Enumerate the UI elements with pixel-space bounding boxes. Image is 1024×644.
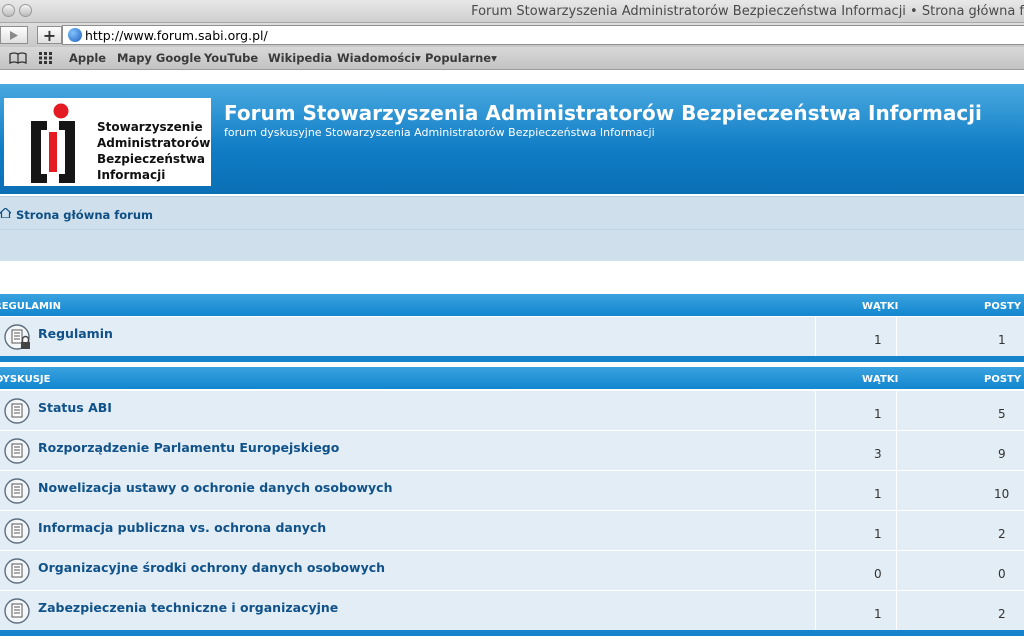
topics-count: 1 <box>874 527 882 541</box>
posts-count: 1 <box>998 333 1006 347</box>
browser-toolbar: + http://www.forum.sabi.org.pl/ <box>0 23 1024 47</box>
navbar: Strona główna forum <box>0 196 1024 229</box>
logo-text-line: Stowarzyszenie <box>97 120 203 134</box>
column-header-topics: WĄTKI <box>862 374 899 385</box>
address-bar[interactable]: http://www.forum.sabi.org.pl/ <box>62 25 1024 45</box>
column-header-posts: POSTY <box>984 374 1022 385</box>
close-window-button[interactable] <box>2 4 15 17</box>
category-header-regulamin: REGULAMIN WĄTKI POSTY <box>0 294 1024 316</box>
forum-read-icon <box>4 398 30 424</box>
bookmark-mapy-google[interactable]: Mapy Google <box>117 51 201 65</box>
forum-row: Rozporządzenie Parlamentu Europejskiego 3… <box>0 431 1024 471</box>
topics-cell: 1 <box>815 511 896 550</box>
posts-count: 0 <box>998 567 1006 581</box>
posts-cell: 5 <box>896 391 1024 430</box>
bookmark-wiadomosci[interactable]: Wiadomości▾ <box>337 51 421 65</box>
home-link[interactable]: Strona główna forum <box>16 208 153 222</box>
grid-icon[interactable] <box>39 52 53 64</box>
topics-count: 1 <box>874 607 882 621</box>
topics-count: 1 <box>874 333 882 347</box>
category-footer <box>0 356 1024 362</box>
forum-row: Informacja publiczna vs. ochrona danych 1… <box>0 511 1024 551</box>
posts-cell: 9 <box>896 431 1024 470</box>
posts-cell: 2 <box>896 591 1024 630</box>
site-title: Forum Stowarzyszenia Administratorów Bez… <box>224 101 982 125</box>
topics-count: 0 <box>874 567 882 581</box>
forum-row: Regulamin 1 1 <box>0 317 1024 357</box>
category-title[interactable]: REGULAMIN <box>0 301 61 312</box>
logo-text-line: Bezpieczeństwa <box>97 152 205 166</box>
topics-cell: 1 <box>815 471 896 510</box>
bookmark-popularne[interactable]: Popularne▾ <box>425 51 497 65</box>
forum-link[interactable]: Zabezpieczenia techniczne i organizacyjn… <box>38 600 338 615</box>
topics-cell: 1 <box>815 591 896 630</box>
open-book-icon[interactable] <box>9 52 27 64</box>
topics-count: 1 <box>874 407 882 421</box>
topics-cell: 3 <box>815 431 896 470</box>
home-icon <box>0 208 11 218</box>
url-text: http://www.forum.sabi.org.pl/ <box>85 28 268 43</box>
forum-row: Nowelizacja ustawy o ochronie danych oso… <box>0 471 1024 511</box>
forum-row: Status ABI 1 5 <box>0 391 1024 431</box>
posts-count: 2 <box>998 527 1006 541</box>
forum-read-icon <box>4 558 30 584</box>
site-description: forum dyskusyjne Stowarzyszenia Administ… <box>224 126 655 139</box>
posts-count: 9 <box>998 447 1006 461</box>
column-header-topics: WĄTKI <box>862 301 899 312</box>
topics-cell: 0 <box>815 551 896 590</box>
posts-count: 10 <box>994 487 1010 501</box>
window-titlebar: Forum Stowarzyszenia Administratorów Bez… <box>0 0 1024 23</box>
forum-header: Stowarzyszenie Administratorów Bezpiecze… <box>0 84 1024 194</box>
topics-cell: 1 <box>815 317 896 356</box>
bookmark-apple[interactable]: Apple <box>69 51 106 65</box>
topics-count: 1 <box>874 487 882 501</box>
forum-read-icon <box>4 518 30 544</box>
category-footer <box>0 630 1024 636</box>
topics-cell: 1 <box>815 391 896 430</box>
navbar-secondary <box>0 229 1024 261</box>
globe-icon <box>68 28 82 42</box>
forum-read-icon <box>4 438 30 464</box>
posts-count: 2 <box>998 607 1006 621</box>
bookmark-wikipedia[interactable]: Wikipedia <box>268 51 332 65</box>
minimize-window-button[interactable] <box>19 4 32 17</box>
forward-button[interactable] <box>0 26 28 44</box>
forum-locked-icon <box>4 324 30 350</box>
sabi-logo-icon <box>31 103 75 183</box>
bookmarks-bar: Apple Mapy Google YouTube Wikipedia Wiad… <box>0 47 1024 70</box>
posts-count: 5 <box>998 407 1006 421</box>
site-logo[interactable]: Stowarzyszenie Administratorów Bezpiecze… <box>4 98 211 186</box>
posts-cell: 2 <box>896 511 1024 550</box>
column-header-posts: POSTY <box>984 301 1022 312</box>
forum-read-icon <box>4 598 30 624</box>
category-header-dyskusje: DYSKUSJE WĄTKI POSTY <box>0 367 1024 389</box>
forum-link[interactable]: Informacja publiczna vs. ochrona danych <box>38 520 326 535</box>
logo-text-line: Administratorów <box>97 136 211 150</box>
bookmark-youtube[interactable]: YouTube <box>204 51 258 65</box>
forum-row: Organizacyjne środki ochrony danych osob… <box>0 551 1024 591</box>
forum-link[interactable]: Nowelizacja ustawy o ochronie danych oso… <box>38 480 392 495</box>
posts-cell: 10 <box>896 471 1024 510</box>
window-title: Forum Stowarzyszenia Administratorów Bez… <box>471 4 1024 19</box>
topics-count: 3 <box>874 447 882 461</box>
plus-icon: + <box>42 25 57 45</box>
logo-text-line: Informacji <box>97 168 166 182</box>
forum-read-icon <box>4 478 30 504</box>
forum-link[interactable]: Rozporządzenie Parlamentu Europejskiego <box>38 440 339 455</box>
play-icon <box>10 30 18 40</box>
forum-link[interactable]: Organizacyjne środki ochrony danych osob… <box>38 560 385 575</box>
forum-link[interactable]: Status ABI <box>38 400 112 415</box>
posts-cell: 1 <box>896 317 1024 356</box>
forum-link[interactable]: Regulamin <box>38 326 113 341</box>
category-title[interactable]: DYSKUSJE <box>0 374 50 385</box>
posts-cell: 0 <box>896 551 1024 590</box>
add-bookmark-button[interactable]: + <box>37 25 62 45</box>
forum-row: Zabezpieczenia techniczne i organizacyjn… <box>0 591 1024 631</box>
